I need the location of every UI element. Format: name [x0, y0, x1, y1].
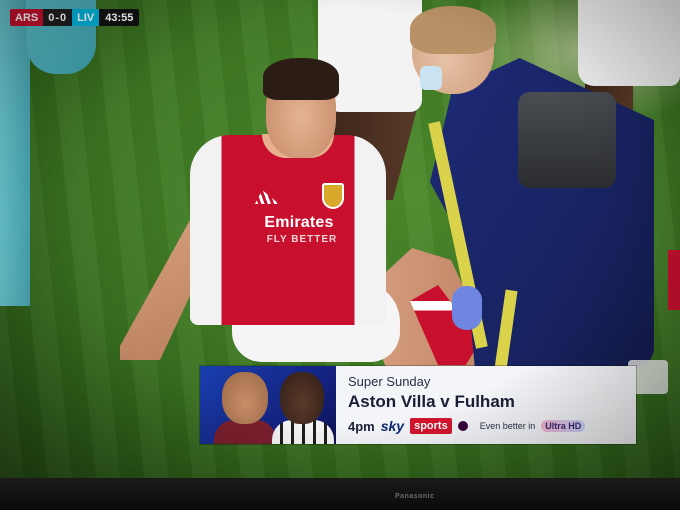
away-score: 0: [60, 11, 68, 24]
medical-bag: [518, 92, 616, 188]
physio-hair: [410, 6, 496, 54]
advert-player-2: [280, 372, 324, 424]
right-player-sock: [668, 250, 680, 310]
shirt-sponsor: Emirates: [264, 214, 334, 231]
right-player-shorts: [578, 0, 680, 86]
club-crest-icon: [322, 183, 344, 209]
home-team-code: ARS: [10, 9, 44, 26]
match-score: 0-0: [43, 9, 73, 26]
broadcast-advert-banner: Super Sunday Aston Villa v Fulham 4pm sk…: [200, 366, 636, 444]
advert-tagline: Even better in: [479, 421, 536, 431]
advert-kicker: Super Sunday: [348, 374, 431, 389]
physio-glove: [452, 286, 482, 330]
advert-fixture-title: Aston Villa v Fulham: [348, 392, 515, 411]
advert-details-row: 4pm sky sports Even better in Ultra HD: [348, 418, 626, 434]
advert-player-photos: [200, 366, 336, 444]
premier-league-logo-icon: [457, 421, 468, 431]
home-score: 0: [48, 11, 56, 24]
seated-player-hair: [263, 58, 339, 100]
tv-screen: Emirates FLY BETTER ARS 0-0 LIV 43:55 Su…: [0, 0, 680, 482]
advert-player-1: [222, 372, 268, 424]
ultra-hd-badge: Ultra HD: [541, 420, 586, 432]
advert-kickoff-time: 4pm: [348, 418, 375, 434]
score-bug: ARS 0-0 LIV 43:55: [10, 9, 140, 26]
tv-bezel: [0, 478, 680, 510]
sports-channel-logo: sports: [410, 418, 452, 434]
face-mask: [420, 66, 442, 90]
match-clock: 43:55: [99, 9, 140, 26]
shirt-sponsor-tagline: FLY BETTER: [266, 234, 338, 245]
tv-brand-logo: Panasonic: [395, 493, 435, 500]
away-team-code: LIV: [72, 9, 100, 26]
sky-logo-icon: sky: [380, 418, 405, 434]
advert-info: Super Sunday Aston Villa v Fulham 4pm sk…: [336, 366, 636, 444]
